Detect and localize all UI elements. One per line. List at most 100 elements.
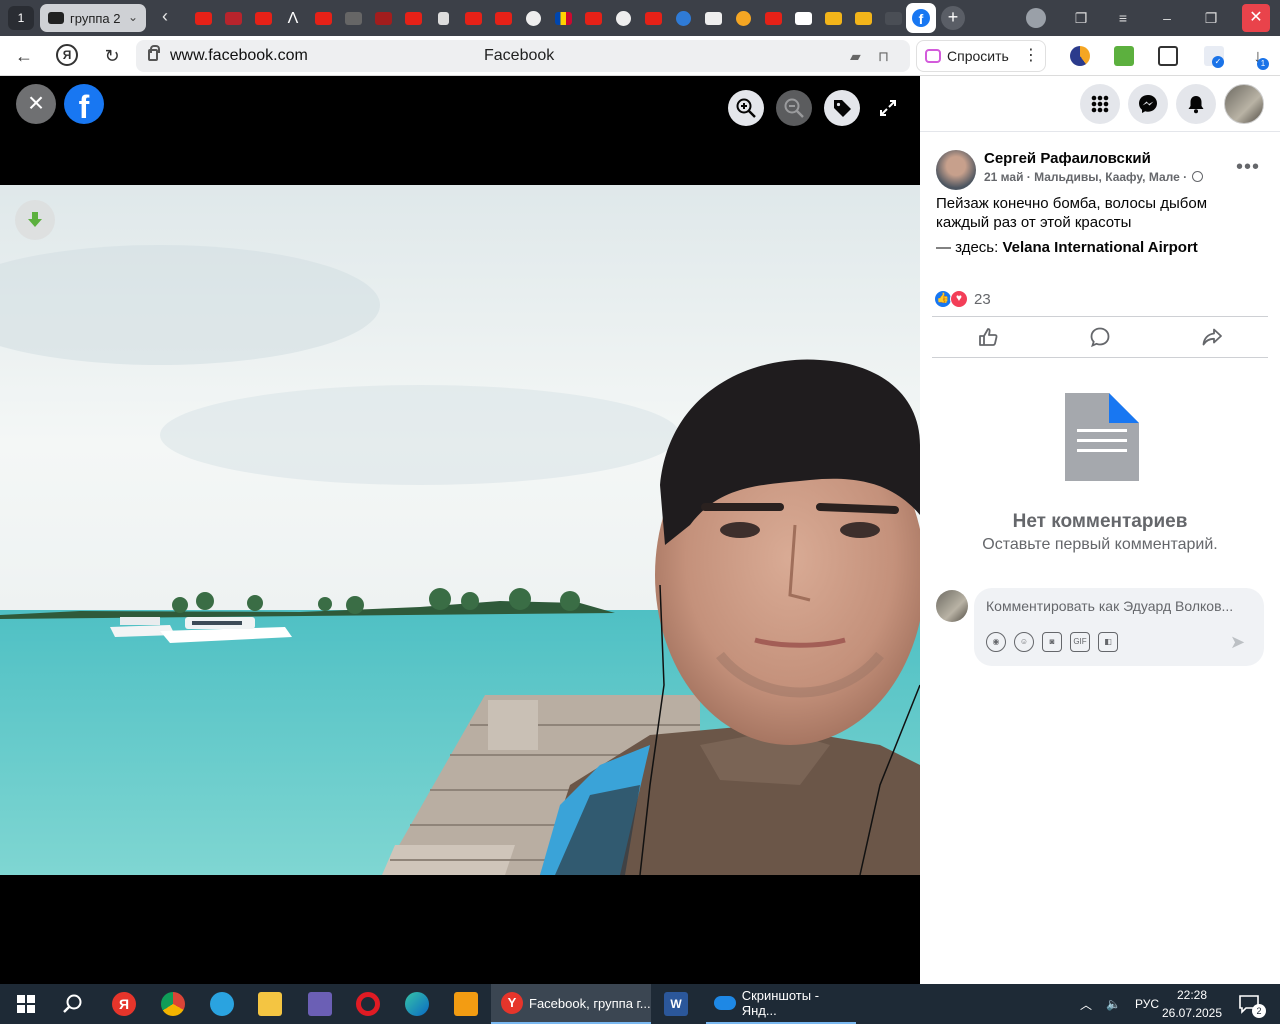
yandex-icon: Y xyxy=(501,992,523,1014)
facebook-task-label: Facebook, группа г... xyxy=(529,995,651,1011)
wikipedia-tab[interactable] xyxy=(788,7,818,29)
tab-scroll-left-icon[interactable]: ‹ xyxy=(162,6,168,27)
location-link[interactable]: Velana International Airport xyxy=(1002,239,1197,256)
screenshots-task[interactable]: Скриншоты - Янд... xyxy=(706,984,856,1024)
media-app[interactable] xyxy=(452,984,480,1024)
opera-app[interactable] xyxy=(354,984,382,1024)
tag-button[interactable] xyxy=(824,90,860,126)
lock-icon[interactable] xyxy=(148,45,160,61)
menu-grid-button[interactable] xyxy=(1080,84,1120,124)
author-avatar[interactable] xyxy=(936,150,976,190)
messenger-button[interactable] xyxy=(1128,84,1168,124)
language-indicator[interactable]: РУС xyxy=(1135,997,1159,1011)
chrome-app[interactable] xyxy=(159,984,187,1024)
image-tab[interactable] xyxy=(848,7,878,29)
word-app[interactable]: W xyxy=(662,984,690,1024)
zoom-in-button[interactable] xyxy=(728,90,764,126)
avatar-sticker-icon[interactable]: ◉ xyxy=(986,632,1006,652)
flag-tab[interactable] xyxy=(548,7,578,29)
profile-icon[interactable] xyxy=(1026,8,1046,28)
youtube-tab[interactable] xyxy=(638,7,668,29)
url-text[interactable]: www.facebook.com xyxy=(170,47,308,65)
youtube-tab[interactable] xyxy=(188,7,218,29)
wildberries-tab[interactable] xyxy=(218,7,248,29)
author-name[interactable]: Сергей Рафаиловский xyxy=(984,150,1151,167)
more-options-icon[interactable]: ••• xyxy=(1236,156,1260,179)
notifications-button[interactable] xyxy=(1176,84,1216,124)
extension-icon[interactable] xyxy=(1070,46,1090,66)
start-button[interactable] xyxy=(12,984,40,1024)
volume-icon[interactable]: 🔈 xyxy=(1106,997,1121,1011)
zoom-out-button[interactable] xyxy=(776,90,812,126)
d-tab[interactable] xyxy=(698,7,728,29)
image-tab[interactable] xyxy=(818,7,848,29)
collections-icon[interactable]: ❐ xyxy=(1068,6,1094,30)
globe-tab[interactable] xyxy=(668,7,698,29)
notifications-center[interactable]: 2 xyxy=(1234,984,1266,1024)
youtube-tab[interactable] xyxy=(308,7,338,29)
emoji-tab[interactable] xyxy=(728,7,758,29)
account-avatar[interactable] xyxy=(1224,84,1264,124)
puzzle-icon[interactable] xyxy=(1158,46,1178,66)
save-app[interactable] xyxy=(306,984,334,1024)
group-tab[interactable]: группа 2 ⌄ xyxy=(40,4,146,32)
facebook-logo[interactable]: f xyxy=(64,84,104,125)
youtube-tab[interactable] xyxy=(458,7,488,29)
clock[interactable]: 22:28 26.07.2025 xyxy=(1160,986,1224,1022)
tools-tab[interactable] xyxy=(338,7,368,29)
new-tab-button[interactable]: + xyxy=(941,6,965,30)
edge-app[interactable] xyxy=(403,984,431,1024)
back-icon[interactable]: ← xyxy=(12,44,36,68)
restore-icon[interactable]: ❐ xyxy=(1198,6,1224,30)
document-tab[interactable] xyxy=(428,7,458,29)
send-icon[interactable]: ➤ xyxy=(1230,632,1245,653)
yandex-browser-app[interactable]: Я xyxy=(110,984,138,1024)
tab-count[interactable]: 1 xyxy=(8,6,34,30)
media-icon xyxy=(454,992,478,1016)
explorer-app[interactable] xyxy=(256,984,284,1024)
facebook-task[interactable]: Y Facebook, группа г... xyxy=(491,984,651,1024)
youtube-tab[interactable] xyxy=(248,7,278,29)
comment-icon[interactable]: ▰ xyxy=(850,48,866,64)
commenter-avatar[interactable] xyxy=(936,590,968,622)
gif-icon[interactable]: GIF xyxy=(1070,632,1090,652)
yandex-icon[interactable]: Я xyxy=(56,44,78,66)
comment-button[interactable] xyxy=(1086,323,1114,351)
camera-icon[interactable]: ◙ xyxy=(1042,632,1062,652)
download-button[interactable] xyxy=(15,200,55,240)
sticker-icon[interactable]: ◧ xyxy=(1098,632,1118,652)
emoji-icon[interactable]: ☺ xyxy=(1014,632,1034,652)
address-bar[interactable]: www.facebook.com Facebook ▰ ⊓ xyxy=(136,40,910,72)
close-button[interactable]: × xyxy=(16,84,56,124)
face-tab[interactable] xyxy=(518,7,548,29)
telegram-app[interactable] xyxy=(208,984,236,1024)
reload-icon[interactable]: ↻ xyxy=(100,44,124,68)
reactions-summary[interactable]: 👍 ♥ 23 xyxy=(934,290,991,308)
youtube-tab[interactable] xyxy=(578,7,608,29)
post-date-location[interactable]: 21 май · Мальдивы, Каафу, Мале · xyxy=(984,170,1187,184)
face-tab[interactable] xyxy=(608,7,638,29)
share-button[interactable] xyxy=(1198,323,1226,351)
more-vertical-icon[interactable]: ⋮ xyxy=(1019,44,1043,68)
group-tab-label: группа 2 xyxy=(70,10,121,26)
like-button[interactable] xyxy=(974,323,1002,351)
minimize-icon[interactable]: – xyxy=(1154,6,1180,30)
fullscreen-icon[interactable] xyxy=(878,98,898,118)
menu-icon[interactable]: ≡ xyxy=(1110,6,1136,30)
search-button[interactable] xyxy=(58,984,88,1024)
close-window-button[interactable]: ✕ xyxy=(1242,4,1270,32)
bookmark-icon[interactable]: ⊓ xyxy=(878,48,894,64)
a-tab[interactable] xyxy=(368,7,398,29)
post-photo[interactable] xyxy=(0,185,920,875)
inactive-tab[interactable] xyxy=(878,7,908,29)
comment-input[interactable] xyxy=(986,598,1254,614)
youtube-tab[interactable] xyxy=(488,7,518,29)
youtube-tab[interactable] xyxy=(758,7,788,29)
youtube-tab[interactable] xyxy=(398,7,428,29)
facebook-tab[interactable]: f xyxy=(906,3,936,33)
chevron-up-icon[interactable]: ︿ xyxy=(1080,996,1092,1013)
download-extension-icon[interactable] xyxy=(1114,46,1134,66)
lambda-tab[interactable]: Λ xyxy=(278,7,308,29)
reaction-count[interactable]: 23 xyxy=(974,291,991,308)
translate-icon[interactable]: ✓ xyxy=(1204,46,1224,68)
